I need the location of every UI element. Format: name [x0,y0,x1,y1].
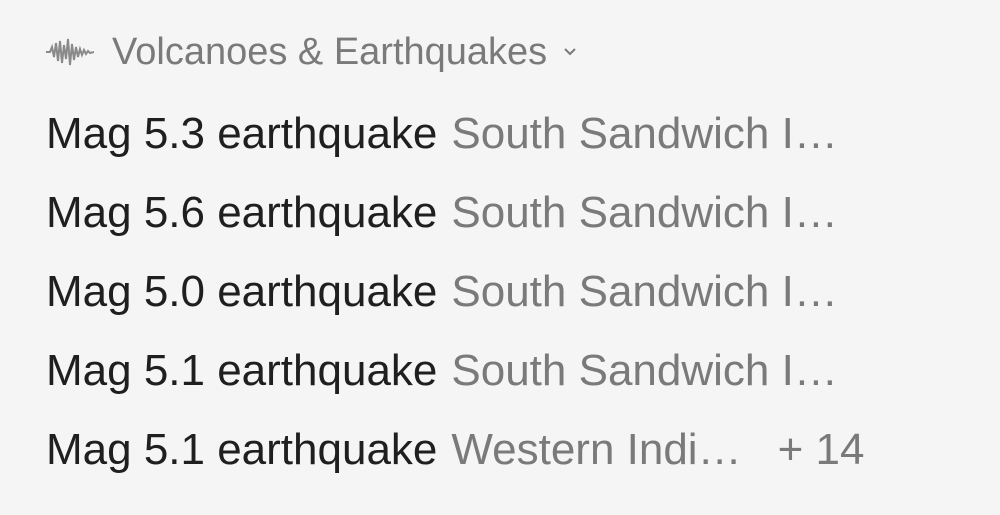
item-place: South Sandwich I… [451,109,838,158]
item-place: Western Indi… [451,425,742,474]
list-item[interactable]: Mag 5.3 earthquake South Sandwich I… [46,94,1000,173]
item-place: South Sandwich I… [451,188,838,237]
category-header[interactable]: Volcanoes & Earthquakes [46,24,1000,80]
list-item[interactable]: Mag 5.0 earthquake South Sandwich I… [46,252,1000,331]
notification-card: Volcanoes & Earthquakes Mag 5.3 earthqua… [0,0,1000,515]
item-title: Mag 5.1 earthquake [46,425,438,474]
category-title: Volcanoes & Earthquakes [112,30,548,73]
list-item[interactable]: Mag 5.1 earthquake Western Indi… + 14 [46,410,1000,489]
earthquake-list: Mag 5.3 earthquake South Sandwich I… Mag… [46,94,1000,489]
more-count-badge[interactable]: + 14 [778,410,865,489]
item-place: South Sandwich I… [451,267,838,316]
item-place: South Sandwich I… [451,346,838,395]
list-item[interactable]: Mag 5.6 earthquake South Sandwich I… [46,173,1000,252]
seismograph-icon [46,35,94,69]
list-item[interactable]: Mag 5.1 earthquake South Sandwich I… [46,331,1000,410]
item-title: Mag 5.0 earthquake [46,267,438,316]
chevron-down-icon[interactable] [561,43,579,61]
item-title: Mag 5.6 earthquake [46,188,438,237]
item-title: Mag 5.3 earthquake [46,109,438,158]
item-title: Mag 5.1 earthquake [46,346,438,395]
